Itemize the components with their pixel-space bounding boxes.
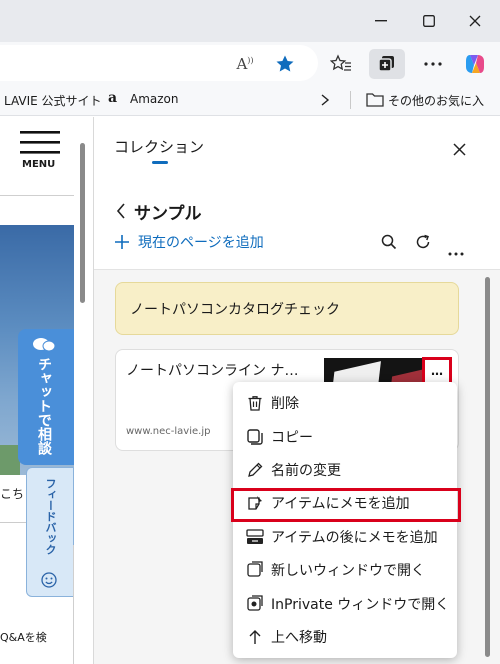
refresh-button[interactable] <box>414 233 434 253</box>
feedback-label: フィードバック <box>44 478 57 555</box>
collections-icon <box>378 56 394 72</box>
copilot-icon <box>466 55 484 73</box>
menu-item-label: 上へ移動 <box>271 630 327 646</box>
copilot-button[interactable] <box>460 49 490 79</box>
title-bar <box>0 0 500 42</box>
inprivate-window-icon <box>243 592 267 616</box>
collection-name: サンプル <box>134 204 202 224</box>
chat-consult-button[interactable]: チャットで相談 <box>18 329 74 465</box>
read-aloud-icon: A)) <box>236 55 254 73</box>
search-icon <box>381 234 397 250</box>
card-more-button[interactable]: … <box>422 357 452 385</box>
menu-item-label: InPrivate ウィンドウで開く <box>271 597 450 613</box>
plus-icon <box>115 235 129 249</box>
star-filled-icon <box>276 55 294 72</box>
hero-image-green <box>0 445 20 475</box>
collection-more-button[interactable] <box>448 241 464 260</box>
minimize-icon <box>375 20 387 22</box>
note-item[interactable]: ノートパソコンカタログチェック <box>115 282 459 335</box>
favorites-button[interactable] <box>326 49 356 79</box>
menu-item-open-inprivate[interactable]: InPrivate ウィンドウで開く <box>233 589 463 619</box>
amazon-icon: a <box>108 90 118 106</box>
folder-icon <box>366 93 384 107</box>
minimize-button[interactable] <box>366 6 396 36</box>
search-area: Q&Aを検 <box>0 545 74 664</box>
favorite-amazon[interactable]: Amazon <box>130 92 179 106</box>
note-after-icon <box>243 525 267 549</box>
panel-scrollbar-thumb[interactable] <box>485 277 490 657</box>
hamburger-icon <box>20 131 60 154</box>
close-icon <box>469 15 481 27</box>
chat-label: チャットで相談 <box>36 357 52 455</box>
note-add-icon <box>243 491 267 515</box>
refresh-icon <box>416 234 430 249</box>
menu-label: MENU <box>22 159 56 170</box>
new-window-icon <box>243 558 267 582</box>
menu-item-label: アイテムにメモを追加 <box>271 496 410 512</box>
menu-item-rename[interactable]: 名前の変更 <box>233 455 463 485</box>
more-dots-icon <box>424 62 442 66</box>
chat-bubble-icon <box>33 338 56 352</box>
note-text: ノートパソコンカタログチェック <box>130 302 340 318</box>
web-page: MENU こちら チャットで相談 フィードバック Q&Aを検 <box>0 117 92 664</box>
close-window-button[interactable] <box>460 6 490 36</box>
search-button[interactable] <box>380 233 400 253</box>
read-aloud-button[interactable]: A)) <box>230 49 260 79</box>
title-underline <box>152 161 168 164</box>
menu-item-move-up[interactable]: 上へ移動 <box>233 622 463 652</box>
context-menu: 削除 コピー 名前の変更 アイテムにメモを追加 アイテムの後にメモを追加 新しい… <box>233 382 457 658</box>
card-domain: www.nec-lavie.jp <box>126 426 211 437</box>
favorite-lavie[interactable]: LAVIE 公式サイト <box>4 92 102 109</box>
collections-button[interactable] <box>369 49 405 79</box>
menu-item-label: コピー <box>271 430 313 446</box>
menu-item-label: 名前の変更 <box>271 463 341 479</box>
maximize-icon <box>423 15 435 27</box>
favbar-divider <box>350 91 351 109</box>
trash-icon <box>243 391 267 415</box>
qa-search-text: Q&Aを検 <box>0 631 47 644</box>
close-panel-button[interactable] <box>446 136 472 162</box>
header-divider <box>0 195 74 196</box>
panel-title: コレクション <box>114 138 205 156</box>
add-page-label: 現在のページを追加 <box>138 235 264 251</box>
page-scrollbar-thumb[interactable] <box>80 143 85 303</box>
menu-button[interactable]: MENU <box>18 131 62 173</box>
favorite-star-button[interactable] <box>270 49 300 79</box>
arrow-up-icon <box>243 625 267 649</box>
more-dots-icon <box>448 252 464 256</box>
settings-more-button[interactable] <box>418 49 448 79</box>
favorites-list-icon <box>330 54 351 71</box>
menu-item-delete[interactable]: 削除 <box>233 388 463 418</box>
menu-item-open-new-window[interactable]: 新しいウィンドウで開く <box>233 555 463 585</box>
browser-toolbar: A)) <box>0 42 500 84</box>
favorite-other-folder[interactable]: その他のお気に入 <box>388 92 484 109</box>
menu-item-label: アイテムの後にメモを追加 <box>271 530 438 546</box>
chevron-right-icon[interactable] <box>320 94 330 106</box>
maximize-button[interactable] <box>414 6 444 36</box>
menu-item-copy[interactable]: コピー <box>233 422 463 452</box>
menu-item-label: 削除 <box>271 396 299 412</box>
panel-header: コレクション サンプル 現在のページを追加 <box>94 117 500 270</box>
add-current-page-button[interactable]: 現在のページを追加 <box>114 231 264 253</box>
more-dots-icon: … <box>431 364 443 378</box>
back-chevron-icon[interactable] <box>116 203 126 219</box>
copy-icon <box>243 425 267 449</box>
menu-item-add-note-after[interactable]: アイテムの後にメモを追加 <box>233 522 463 552</box>
menu-item-add-note-to-item[interactable]: アイテムにメモを追加 <box>233 488 463 518</box>
menu-item-label: 新しいウィンドウで開く <box>271 563 425 579</box>
pencil-icon <box>243 458 267 482</box>
card-title: ノートパソコンライン ナ… <box>126 363 299 379</box>
close-icon <box>452 142 466 156</box>
favorites-bar: LAVIE 公式サイト a Amazon その他のお気に入 <box>0 84 500 116</box>
